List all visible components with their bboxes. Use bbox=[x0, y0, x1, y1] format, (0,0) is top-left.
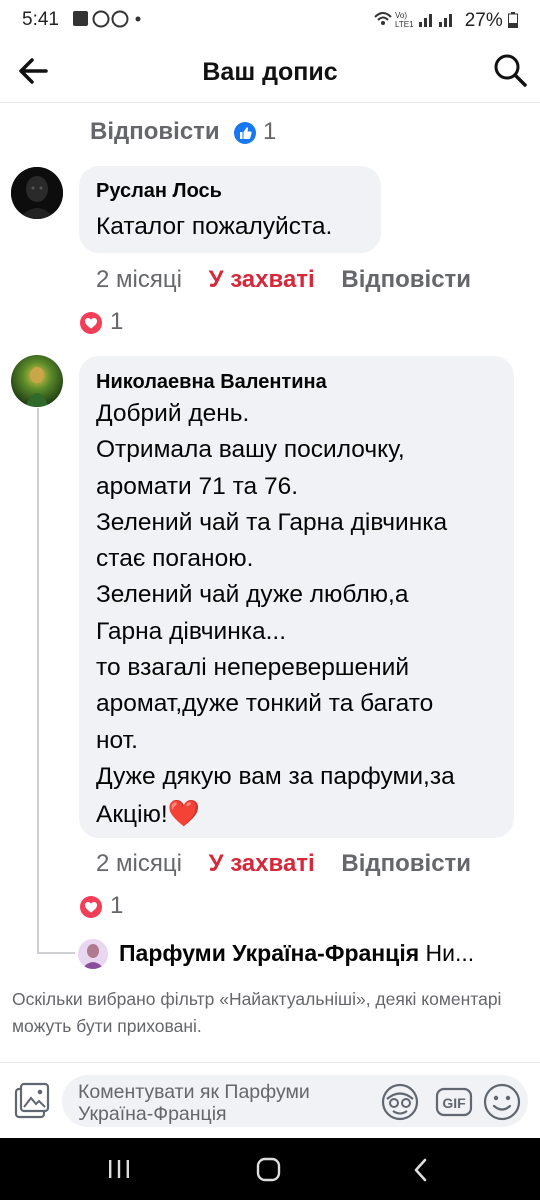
comment-line: Дуже дякую вам за парфуми,за bbox=[96, 762, 455, 790]
reaction-summary[interactable]: 1 bbox=[80, 892, 123, 920]
avatar-image bbox=[11, 355, 63, 407]
battery-text: 27% bbox=[464, 10, 503, 31]
comment-line: Зелений чай та Гарна дівчинка bbox=[96, 508, 448, 536]
comment-meta: 2 місяці У захваті Відповісти bbox=[96, 850, 471, 878]
avatar[interactable] bbox=[11, 167, 63, 219]
signal-icons: Vo) LTE1 bbox=[374, 11, 453, 29]
reply-button[interactable]: Відповісти bbox=[90, 118, 220, 145]
avatar[interactable] bbox=[78, 939, 108, 969]
recents-icon bbox=[109, 1160, 129, 1178]
thread-line-branch bbox=[37, 952, 75, 954]
reaction-summary[interactable]: 1 bbox=[80, 308, 123, 336]
notification-icons-svg bbox=[73, 10, 141, 28]
love-reaction-button[interactable]: У захваті bbox=[209, 266, 315, 293]
reply-preview[interactable]: Парфуми Україна-Франція Ни... bbox=[119, 940, 529, 967]
avatar-sticker-button[interactable] bbox=[380, 1082, 420, 1122]
gif-icon: GIF bbox=[435, 1087, 473, 1117]
comment-line: нот. bbox=[96, 726, 138, 754]
comment-composer: Коментувати як Парфуми Україна-Франція G… bbox=[0, 1062, 540, 1139]
thread-line bbox=[37, 408, 39, 954]
avatar[interactable] bbox=[11, 355, 63, 407]
system-nav-bar bbox=[0, 1138, 540, 1200]
reply-author: Парфуми Україна-Франція bbox=[119, 940, 420, 966]
back-nav-button[interactable] bbox=[406, 1155, 436, 1185]
reaction-count: 1 bbox=[110, 892, 124, 919]
app-header: Ваш допис bbox=[0, 40, 540, 103]
comment-line: Добрий день. bbox=[96, 400, 250, 427]
like-count: 1 bbox=[263, 118, 277, 145]
avatar-image bbox=[11, 167, 63, 219]
page-title: Ваш допис bbox=[202, 58, 338, 86]
comment-line: Отримала вашу посилочку, bbox=[96, 436, 405, 464]
comment-bubble[interactable]: Николаевна Валентина Добрий день. Отрима… bbox=[79, 356, 514, 838]
svg-text:LTE1: LTE1 bbox=[395, 20, 414, 29]
comment-line: Гарна дівчинка... bbox=[96, 617, 287, 645]
like-icon bbox=[234, 121, 257, 144]
recents-button[interactable] bbox=[104, 1156, 134, 1182]
comment-line-last: Акцію!❤️ bbox=[96, 795, 506, 833]
filter-notice: Оскільки вибрано фільтр «Найактуальніші»… bbox=[12, 989, 502, 1036]
comment-line: стає поганою. bbox=[96, 545, 254, 573]
emoji-icon bbox=[483, 1083, 521, 1121]
gif-label: GIF bbox=[442, 1095, 466, 1111]
comment-time: 2 місяці bbox=[96, 266, 182, 293]
comment-text: Каталог пожалуйста. bbox=[96, 213, 333, 240]
comment-author[interactable]: Николаевна Валентина bbox=[96, 371, 327, 394]
comment-bubble[interactable]: Руслан Лось Каталог пожалуйста. bbox=[79, 166, 381, 253]
svg-text:Vo): Vo) bbox=[395, 11, 407, 20]
heart-icon bbox=[80, 311, 102, 334]
previous-comment-actions: Відповісти 1 bbox=[90, 118, 276, 146]
comment-line: аромат,дуже тонкий та багато bbox=[96, 690, 434, 718]
search-button[interactable] bbox=[492, 52, 528, 88]
comment-author[interactable]: Руслан Лось bbox=[96, 180, 222, 203]
gif-button[interactable]: GIF bbox=[434, 1082, 474, 1122]
photo-button[interactable] bbox=[12, 1081, 52, 1121]
comment-time: 2 місяці bbox=[96, 850, 182, 877]
back-nav-icon bbox=[414, 1158, 427, 1182]
home-button[interactable] bbox=[254, 1155, 284, 1185]
photo-icon bbox=[14, 1082, 50, 1119]
reaction-count: 1 bbox=[110, 308, 124, 335]
comment-meta: 2 місяці У захваті Відповісти bbox=[96, 266, 471, 294]
search-icon bbox=[494, 54, 527, 87]
comment-text: Добрий день. Отримала вашу посилочку, ар… bbox=[96, 396, 506, 834]
comment-line: Акцію! bbox=[96, 801, 168, 829]
home-icon bbox=[256, 1157, 281, 1182]
heart-icon bbox=[80, 895, 102, 918]
comment-line: то взагалі неперевершений bbox=[96, 654, 410, 682]
battery-icon bbox=[508, 12, 518, 28]
love-reaction-button[interactable]: У захваті bbox=[209, 850, 315, 877]
reply-button[interactable]: Відповісти bbox=[341, 850, 471, 877]
status-time: 5:41 bbox=[22, 9, 59, 30]
notification-icons bbox=[72, 9, 152, 34]
red-heart-emoji: ❤️ bbox=[167, 798, 201, 829]
reply-snippet: Ни... bbox=[425, 940, 475, 966]
comment-input[interactable]: Коментувати як Парфуми Україна-Франція G… bbox=[62, 1075, 528, 1127]
emoji-button[interactable] bbox=[482, 1082, 522, 1122]
status-right: Vo) LTE1 27% bbox=[373, 9, 518, 32]
comment-placeholder: Коментувати як Парфуми Україна-Франція bbox=[78, 1081, 310, 1125]
status-bar: 5:41 Vo) LTE1 27% bbox=[0, 0, 540, 40]
avatar-image bbox=[78, 939, 108, 969]
reply-button[interactable]: Відповісти bbox=[341, 266, 471, 293]
avatar-sticker-icon bbox=[381, 1083, 419, 1121]
comment-line: аромати 71 та 76. bbox=[96, 472, 299, 500]
comment-line: Зелений чай дуже люблю,а bbox=[96, 581, 409, 609]
previous-comment-remnant: ‥ ‥ ‥ bbox=[180, 98, 280, 104]
